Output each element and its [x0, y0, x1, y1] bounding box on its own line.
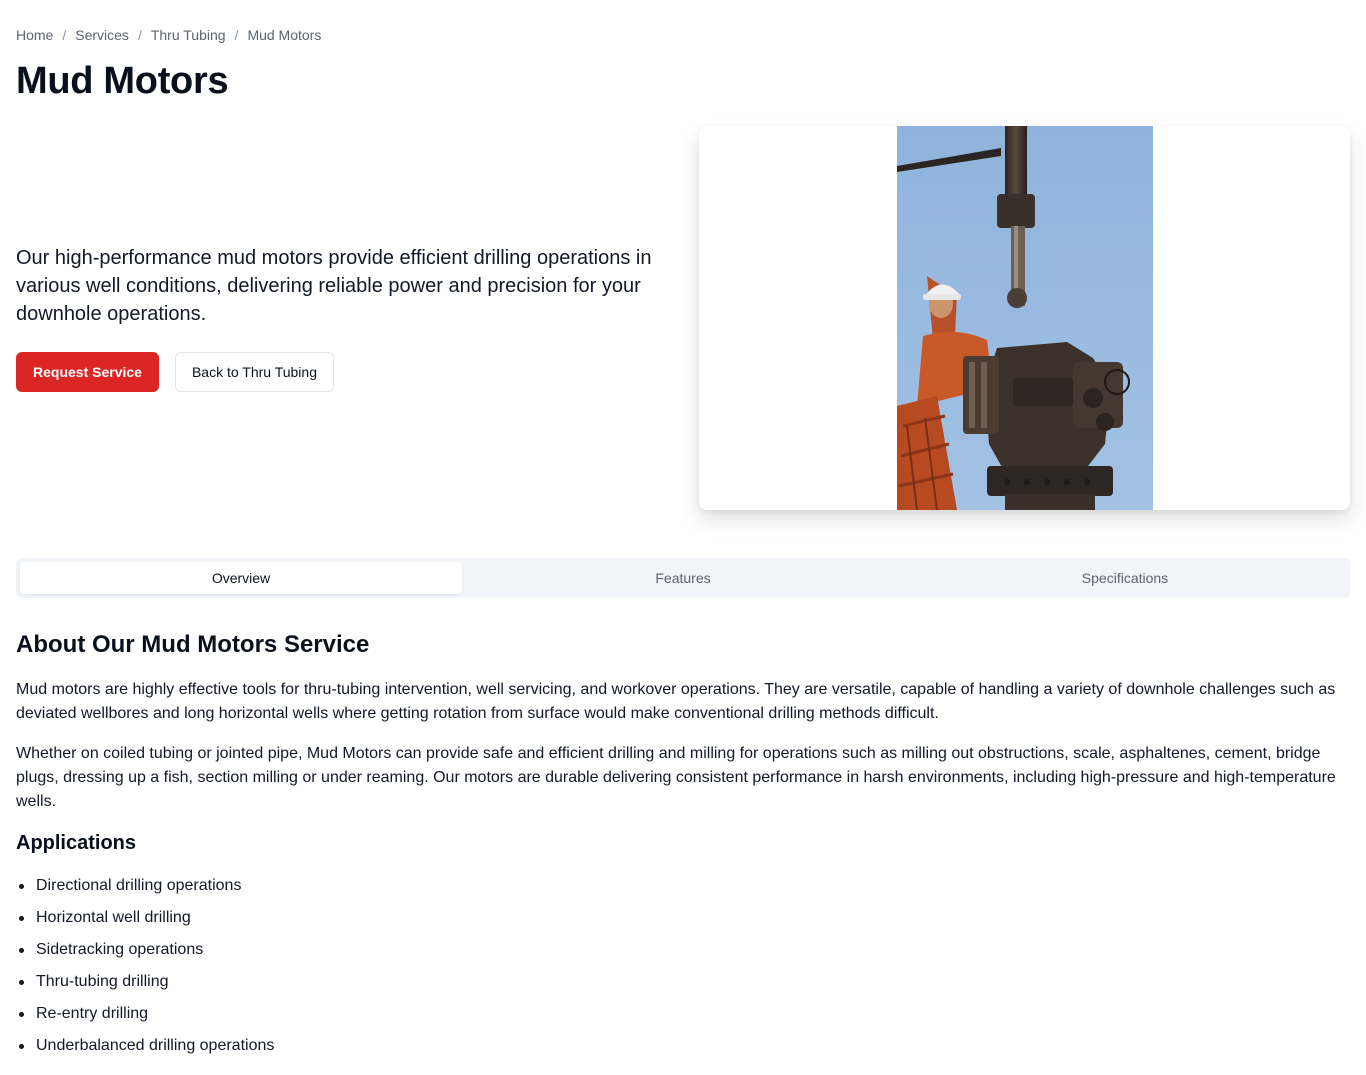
breadcrumb-services-link[interactable]: Services	[75, 27, 129, 43]
service-tabs: Overview Features Specifications	[16, 558, 1350, 598]
list-item: Re-entry drilling	[16, 1002, 274, 1034]
tab-overview[interactable]: Overview	[20, 562, 462, 594]
application-label: Horizontal well drilling	[36, 909, 191, 926]
application-label: Sidetracking operations	[36, 941, 204, 958]
page-title: Mud Motors	[16, 60, 229, 102]
application-label: Thru-tubing drilling	[36, 973, 169, 990]
breadcrumb-thru-tubing-link[interactable]: Thru Tubing	[151, 27, 226, 43]
breadcrumb-separator: /	[62, 27, 67, 43]
breadcrumb-current: Mud Motors	[247, 27, 322, 43]
request-service-button[interactable]: Request Service	[16, 352, 159, 392]
overview-paragraph: Whether on coiled tubing or jointed pipe…	[16, 745, 1336, 810]
list-item: Underbalanced drilling operations	[16, 1034, 274, 1066]
back-to-thru-tubing-button[interactable]: Back to Thru Tubing	[174, 352, 334, 392]
list-item: Directional drilling operations	[16, 874, 274, 906]
breadcrumb: Home / Services / Thru Tubing / Mud Moto…	[16, 27, 321, 43]
applications-list: Directional drilling operations Horizont…	[16, 874, 274, 1066]
application-label: Re-entry drilling	[36, 1005, 149, 1022]
list-item: Thru-tubing drilling	[16, 970, 274, 1002]
breadcrumb-separator: /	[137, 27, 142, 43]
list-item: Sidetracking operations	[16, 938, 274, 970]
breadcrumb-home-link[interactable]: Home	[16, 27, 53, 43]
application-label: Underbalanced drilling operations	[36, 1037, 275, 1054]
tab-specifications[interactable]: Specifications	[904, 562, 1346, 594]
list-item: Horizontal well drilling	[16, 906, 274, 938]
applications-title: Applications	[16, 832, 137, 854]
hero-actions: Request Service Back to Thru Tubing	[16, 352, 334, 392]
overview-title: About Our Mud Motors Service	[16, 631, 370, 658]
wellhead-worker-photo	[897, 126, 1153, 510]
overview-paragraph: Mud motors are highly effective tools fo…	[16, 681, 1336, 722]
tab-features[interactable]: Features	[462, 562, 904, 594]
breadcrumb-separator: /	[234, 27, 239, 43]
hero-description: Our high-performance mud motors provide …	[16, 247, 652, 325]
application-label: Directional drilling operations	[36, 877, 242, 894]
hero-image-card	[699, 126, 1350, 510]
